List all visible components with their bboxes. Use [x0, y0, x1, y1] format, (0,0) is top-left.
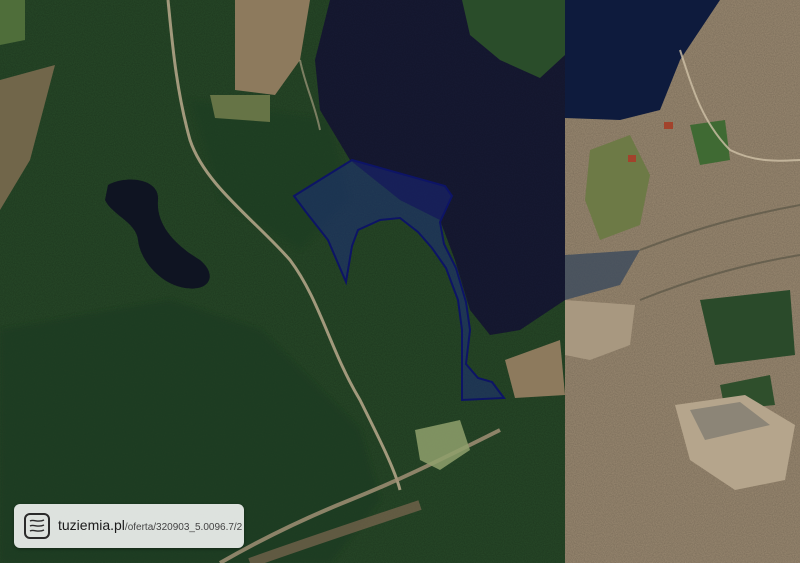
- watermark-badge: tuziemia.pl/oferta/320903_5.0096.7/2: [14, 504, 244, 548]
- satellite-map[interactable]: tuziemia.pl/oferta/320903_5.0096.7/2: [0, 0, 800, 563]
- forest-patch-right: [700, 290, 795, 365]
- watermark-path: /oferta/320903_5.0096.7/2: [124, 522, 243, 533]
- map-imagery: [0, 0, 800, 563]
- watermark-text: tuziemia.pl/oferta/320903_5.0096.7/2: [58, 517, 242, 535]
- topo-lines-icon: [24, 513, 50, 539]
- watermark-domain: tuziemia.pl: [58, 517, 125, 533]
